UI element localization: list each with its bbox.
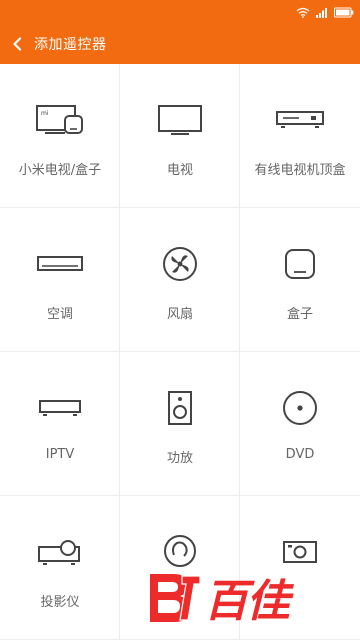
device-item-fan[interactable]: 风扇 [120,208,240,352]
svg-text:mi: mi [41,110,49,117]
device-item-box[interactable]: 盒子 [240,208,360,352]
device-item-iptv[interactable]: IPTV [0,352,120,496]
iptv-icon [39,400,81,416]
device-label: IPTV [45,447,75,462]
device-label: 小米电视/盒子 [18,163,102,178]
device-item-dvd[interactable]: DVD [240,352,360,496]
device-item-air-conditioner[interactable]: 空调 [0,208,120,352]
device-label: 有线电视机顶盒 [254,163,346,178]
app-bar: 添加遥控器 [0,24,360,64]
box-icon [285,249,315,279]
device-label: 空调 [46,307,73,322]
tv-icon [158,105,202,135]
status-bar [0,0,360,24]
mi-tv-box-icon: mi [36,105,83,134]
camera-icon [283,541,317,563]
watermark-badge-icon [150,574,201,622]
device-grid: mi 小米电视/盒子 电视 有线电视机顶盒 空调 风扇 盒子 IPTV 功放 D… [0,64,360,640]
projector-icon [38,540,80,565]
device-item-projector[interactable]: 投影仪 [0,496,120,640]
set-top-box-icon [276,111,324,128]
amplifier-icon [168,391,192,425]
wifi-icon [296,7,310,18]
device-item-set-top-box[interactable]: 有线电视机顶盒 [240,64,360,208]
device-label: 电视 [166,163,193,178]
device-label: 风扇 [166,307,193,322]
back-button[interactable] [0,24,34,64]
battery-icon [334,7,354,17]
dvd-icon [283,391,317,425]
device-label: DVD [285,447,315,462]
device-label: 投影仪 [40,595,80,610]
device-label: 功放 [166,451,193,466]
air-conditioner-icon [37,256,83,271]
page-title: 添加遥控器 [34,37,107,53]
device-label: 盒子 [286,307,313,322]
fan-icon [163,247,197,281]
device-item-mi-tv-box[interactable]: mi 小米电视/盒子 [0,64,120,208]
device-item-tv[interactable]: 电视 [120,64,240,208]
watermark-logo: 百佳 [144,566,340,628]
chevron-left-icon [13,37,22,51]
watermark-text: 百佳 [204,576,290,627]
device-item-amplifier[interactable]: 功放 [120,352,240,496]
signal-icon [316,7,327,18]
